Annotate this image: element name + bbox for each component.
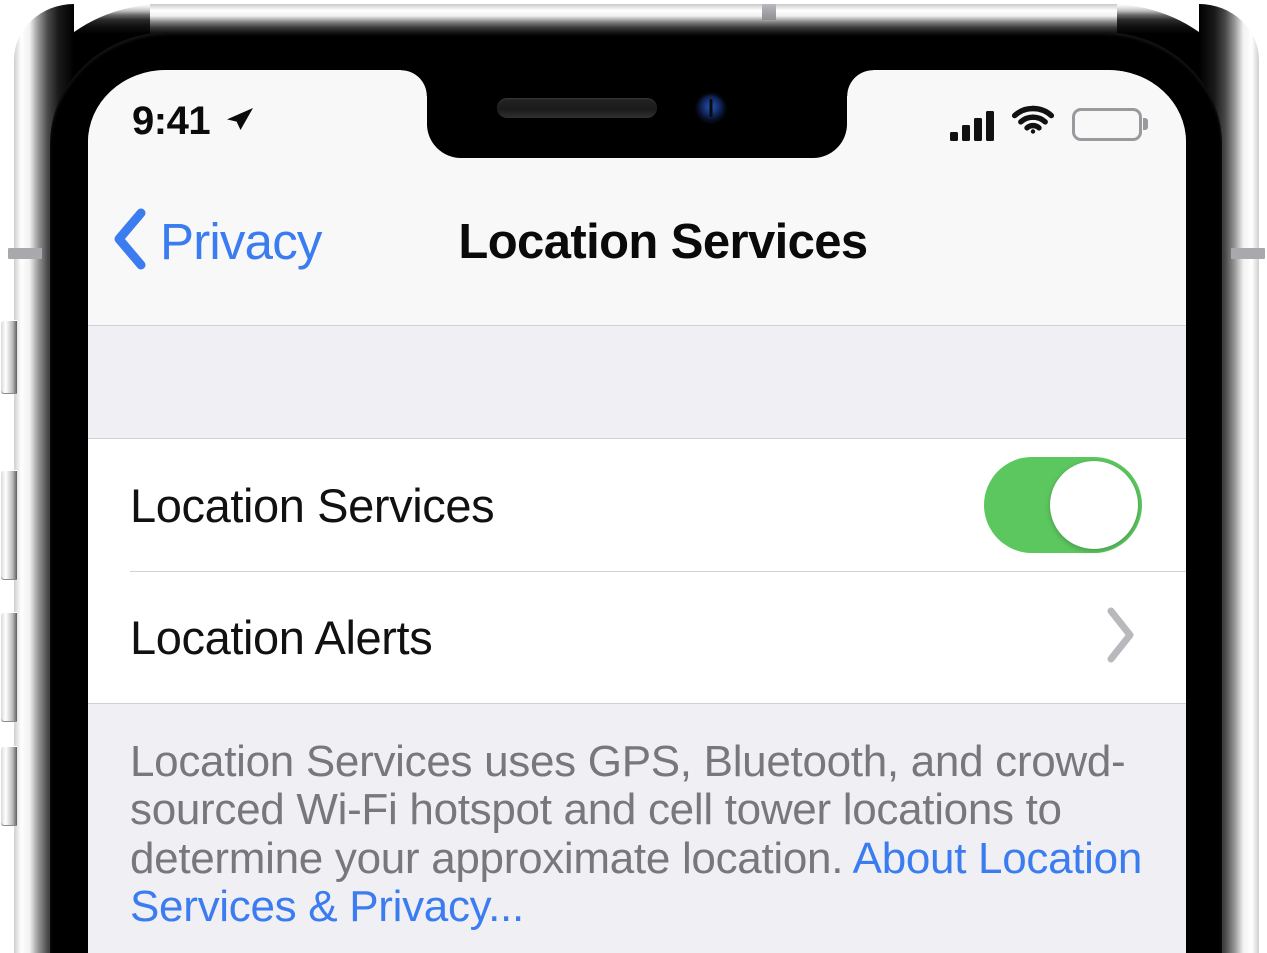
settings-row-label: Location Alerts xyxy=(130,610,433,664)
battery-full-icon xyxy=(1072,107,1142,141)
table-top-spacer xyxy=(88,326,1186,438)
settings-row-location-alerts[interactable]: Location Alerts xyxy=(88,571,1186,703)
phone-screen: 9:41 Privacy Location Services Location … xyxy=(88,70,1186,953)
antenna-band-top xyxy=(762,4,776,20)
settings-cell-group: Location Services Location Alerts xyxy=(88,438,1186,704)
display-notch xyxy=(427,70,847,158)
status-bar-left: 9:41 xyxy=(132,99,256,144)
back-button-label: Privacy xyxy=(160,213,322,270)
location-services-toggle[interactable] xyxy=(984,457,1142,553)
settings-row-location-services[interactable]: Location Services xyxy=(88,439,1186,571)
volume-down-button[interactable] xyxy=(1,612,17,722)
status-clock: 9:41 xyxy=(132,98,211,143)
screenshot-canvas: 9:41 Privacy Location Services Location … xyxy=(0,0,1267,953)
ring-silent-switch[interactable] xyxy=(1,320,17,394)
phone-frame-top-edge xyxy=(150,4,1117,34)
back-button[interactable]: Privacy xyxy=(110,207,322,276)
wifi-icon xyxy=(1010,102,1056,141)
settings-table: Location Services Location Alerts Locati… xyxy=(88,326,1186,953)
cellular-signal-icon xyxy=(950,110,994,141)
status-bar-right xyxy=(950,102,1142,141)
antenna-band-right xyxy=(1231,248,1265,259)
front-camera xyxy=(698,95,724,121)
settings-footer: Location Services uses GPS, Bluetooth, a… xyxy=(88,704,1186,932)
toggle-knob xyxy=(1050,461,1138,549)
antenna-band-left xyxy=(8,248,42,259)
earpiece-speaker xyxy=(497,98,657,118)
chevron-left-icon xyxy=(110,207,150,276)
volume-up-button[interactable] xyxy=(1,470,17,580)
location-arrow-icon xyxy=(222,102,256,141)
volume-down-button-lower[interactable] xyxy=(1,746,17,826)
settings-row-label: Location Services xyxy=(130,478,495,532)
chevron-right-icon xyxy=(1104,606,1138,669)
navigation-bar: Privacy Location Services xyxy=(88,158,1186,326)
